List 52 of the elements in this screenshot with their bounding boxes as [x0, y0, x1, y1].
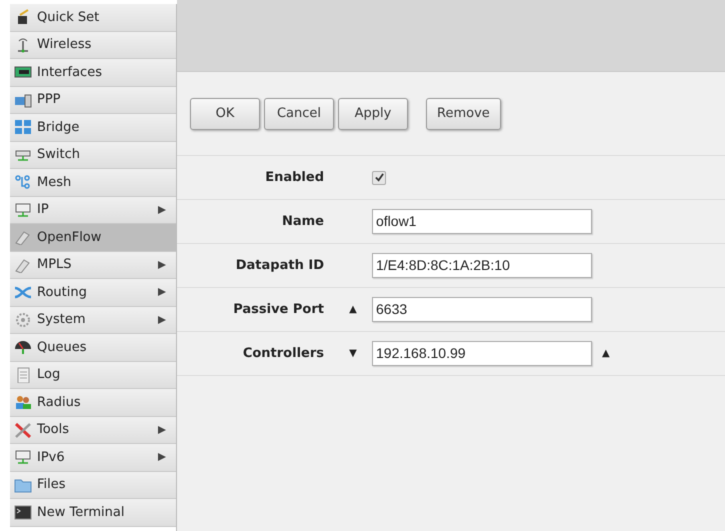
- mesh-icon: [14, 174, 32, 190]
- menu-item[interactable]: OpenFlow: [10, 224, 176, 252]
- text-field[interactable]: oflow1: [372, 209, 592, 234]
- menu-item[interactable]: MPLS: [10, 252, 176, 279]
- gauge-icon: [14, 339, 32, 356]
- field-label: Passive Port: [232, 300, 324, 319]
- action-button[interactable]: OK: [190, 98, 260, 130]
- computer-icon: [14, 92, 32, 108]
- menu-item[interactable]: Interfaces: [10, 59, 176, 86]
- text-field[interactable]: 1/E4:8D:8C:1A:2B:10: [372, 253, 592, 278]
- menu-item[interactable]: PPP: [10, 86, 176, 114]
- enabled-checkbox[interactable]: [372, 170, 386, 184]
- tools-icon: [14, 422, 32, 438]
- people-icon: [14, 394, 32, 410]
- menu-item[interactable]: Files: [10, 472, 176, 499]
- action-button[interactable]: Cancel: [264, 98, 334, 130]
- menu-item[interactable]: Switch: [10, 142, 176, 169]
- menu-item[interactable]: New Terminal: [10, 499, 176, 526]
- tag-icon: [14, 229, 32, 246]
- checkmark-icon: [374, 173, 384, 182]
- menu-item[interactable]: Tools: [10, 416, 176, 444]
- arrow-button[interactable]: ▲: [602, 346, 610, 361]
- action-button[interactable]: Remove: [426, 98, 501, 130]
- network-icon: [14, 202, 32, 218]
- folder-icon: [14, 476, 32, 493]
- gear-icon: [14, 312, 32, 328]
- menu-item[interactable]: Log: [10, 362, 176, 389]
- menu-item[interactable]: Quick Set: [10, 4, 176, 32]
- menu-item[interactable]: Mesh: [10, 169, 176, 196]
- field-label: Controllers: [242, 344, 324, 363]
- arrow-button[interactable]: ▲: [349, 302, 357, 317]
- action-button[interactable]: Apply: [338, 98, 408, 130]
- tag-icon: [14, 256, 32, 273]
- bridge-icon: [14, 119, 32, 136]
- field-label: Name: [280, 212, 324, 231]
- network-card-icon: [14, 64, 32, 80]
- menu-item[interactable]: System: [10, 306, 176, 334]
- menu-item[interactable]: IP: [10, 196, 176, 224]
- menu-item[interactable]: IPv6: [10, 444, 176, 472]
- menu-item[interactable]: Wireless: [10, 32, 176, 59]
- shuffle-icon: [14, 284, 32, 300]
- field-label: Datapath ID: [234, 256, 324, 275]
- terminal-icon: [14, 504, 32, 520]
- menu-item[interactable]: Radius: [10, 389, 176, 416]
- menu-item[interactable]: Routing: [10, 279, 176, 306]
- arrow-button[interactable]: ▼: [349, 346, 357, 361]
- menu-item[interactable]: Queues: [10, 334, 176, 362]
- text-field[interactable]: 6633: [372, 297, 592, 322]
- menu-item[interactable]: Bridge: [10, 114, 176, 142]
- field-label: Enabled: [264, 168, 324, 187]
- text-field[interactable]: 192.168.10.99: [372, 341, 592, 366]
- network-icon: [14, 449, 32, 466]
